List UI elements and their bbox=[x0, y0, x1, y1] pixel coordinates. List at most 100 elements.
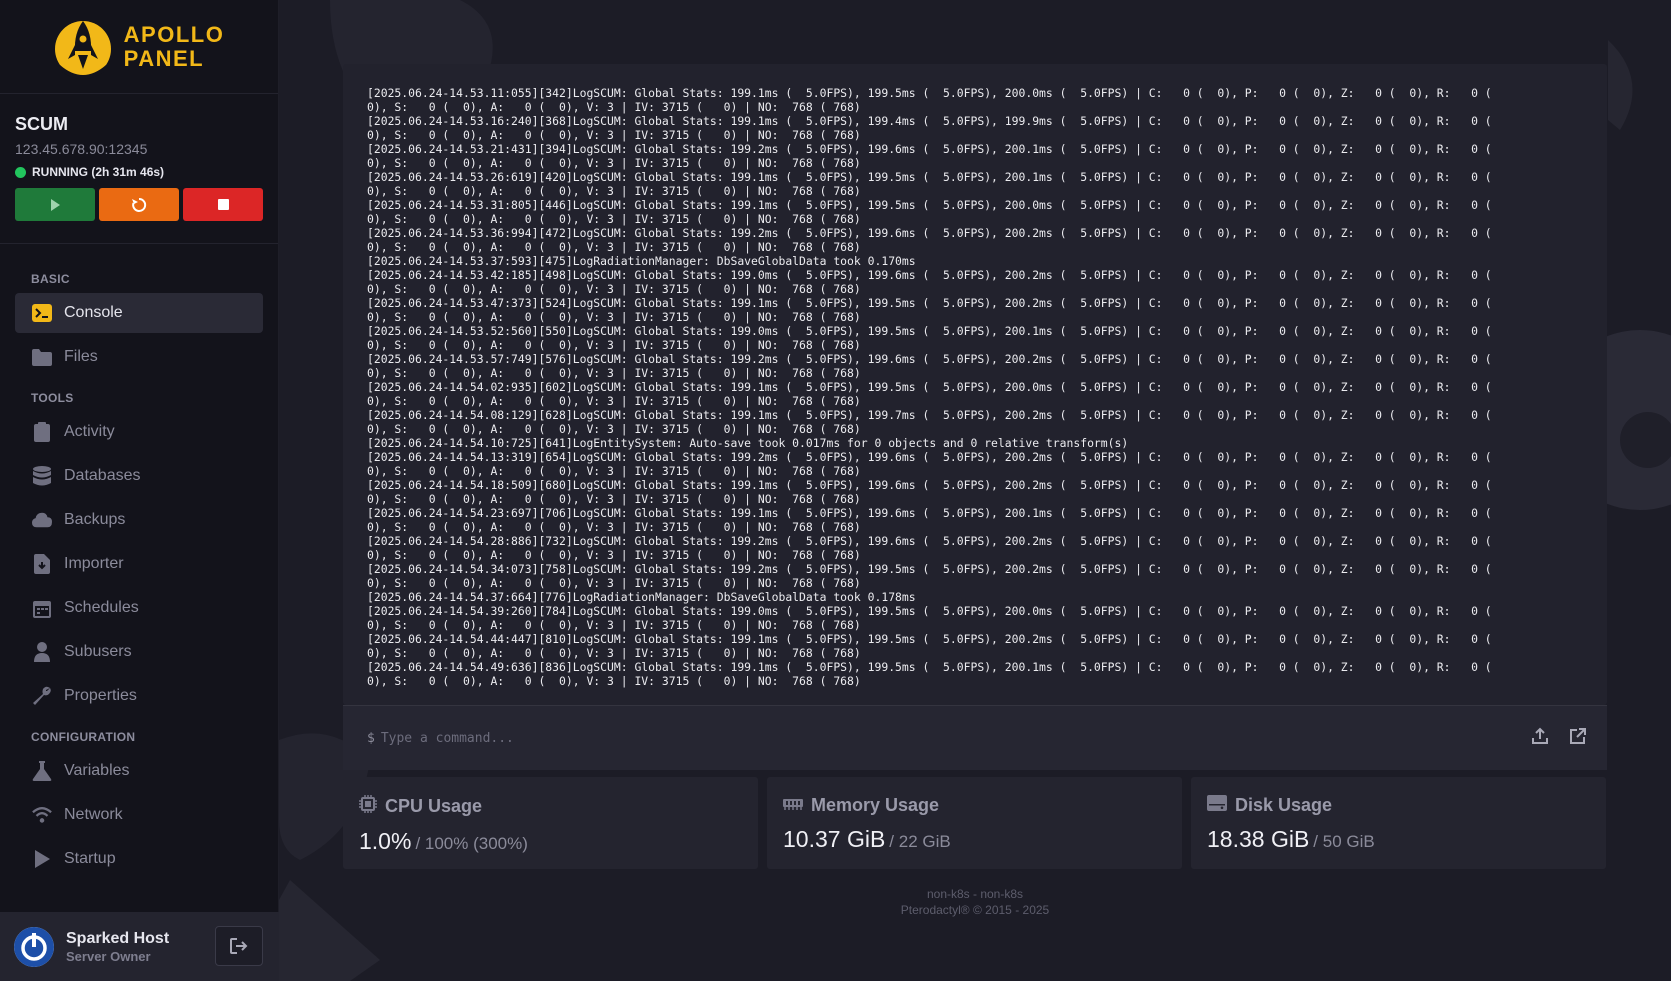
user-info: Sparked Host Server Owner bbox=[66, 930, 169, 964]
console-line: 0), S: 0 ( 0), A: 0 ( 0), V: 3 | IV: 371… bbox=[367, 618, 861, 632]
disk-usage-value-row: 18.38 GiB/ 50 GiB bbox=[1207, 826, 1590, 853]
restart-button[interactable] bbox=[99, 188, 179, 221]
console-line: [2025.06.24-14.53.31:805][446]LogSCUM: G… bbox=[367, 198, 1492, 212]
sidebar-item-files[interactable]: Files bbox=[15, 337, 263, 377]
console-line: 0), S: 0 ( 0), A: 0 ( 0), V: 3 | IV: 371… bbox=[367, 576, 861, 590]
user-role: Server Owner bbox=[66, 948, 151, 964]
upload-icon bbox=[1532, 727, 1548, 744]
console-line: 0), S: 0 ( 0), A: 0 ( 0), V: 3 | IV: 371… bbox=[367, 394, 861, 408]
sidebar-item-label: Variables bbox=[64, 762, 130, 779]
memory-usage-label: Memory Usage bbox=[811, 795, 940, 815]
sidebar-item-subusers[interactable]: Subusers bbox=[15, 632, 263, 672]
nav-section-tools: TOOLS bbox=[31, 391, 74, 405]
console-line: [2025.06.24-14.53.36:994][472]LogSCUM: G… bbox=[367, 226, 1492, 240]
logout-icon bbox=[230, 938, 248, 954]
sidebar-item-label: Subusers bbox=[64, 643, 132, 660]
database-icon bbox=[32, 466, 52, 486]
memory-usage-header: Memory Usage bbox=[783, 795, 1166, 816]
logout-button[interactable] bbox=[215, 926, 263, 966]
sidebar-item-network[interactable]: Network bbox=[15, 795, 263, 835]
user-bar: Sparked Host Server Owner bbox=[0, 912, 279, 981]
console-output[interactable]: [2025.06.24-14.53.11:055][342]LogSCUM: G… bbox=[343, 64, 1607, 705]
console-line: 0), S: 0 ( 0), A: 0 ( 0), V: 3 | IV: 371… bbox=[367, 338, 861, 352]
sidebar-item-label: Console bbox=[64, 304, 123, 321]
server-status: RUNNING (2h 31m 46s) bbox=[15, 165, 263, 179]
footer-copyright[interactable]: Pterodactyl® © 2015 - 2025 bbox=[343, 902, 1607, 918]
sidebar-item-backups[interactable]: Backups bbox=[15, 500, 263, 540]
stop-icon bbox=[217, 199, 229, 210]
disk-usage-label: Disk Usage bbox=[1235, 795, 1333, 815]
console-line: [2025.06.24-14.54.44:447][810]LogSCUM: G… bbox=[367, 632, 1492, 646]
server-address[interactable]: 123.45.678.90:12345 bbox=[15, 141, 263, 157]
rocket-logo-icon bbox=[54, 20, 111, 79]
sidebar-item-label: Importer bbox=[64, 555, 124, 572]
open-external-button[interactable] bbox=[1569, 727, 1587, 750]
sidebar-item-label: Properties bbox=[64, 687, 137, 704]
console-line: 0), S: 0 ( 0), A: 0 ( 0), V: 3 | IV: 371… bbox=[367, 310, 861, 324]
hdd-icon bbox=[1207, 795, 1227, 816]
sidebar-item-importer[interactable]: Importer bbox=[15, 544, 263, 584]
console-line: [2025.06.24-14.54.13:319][654]LogSCUM: G… bbox=[367, 450, 1492, 464]
file-import-icon bbox=[32, 554, 52, 574]
cpu-usage-header: CPU Usage bbox=[359, 795, 742, 818]
console-line: 0), S: 0 ( 0), A: 0 ( 0), V: 3 | IV: 371… bbox=[367, 492, 861, 506]
brand-logo[interactable]: APOLLO PANEL bbox=[0, 0, 278, 94]
console-line: 0), S: 0 ( 0), A: 0 ( 0), V: 3 | IV: 371… bbox=[367, 212, 861, 226]
console-line: 0), S: 0 ( 0), A: 0 ( 0), V: 3 | IV: 371… bbox=[367, 128, 861, 142]
cpu-usage-card: CPU Usage 1.0%/ 100% (300%) bbox=[343, 777, 758, 869]
console-line: [2025.06.24-14.53.16:240][368]LogSCUM: G… bbox=[367, 114, 1492, 128]
sidebar: APOLLO PANEL SCUM 123.45.678.90:12345 RU… bbox=[0, 0, 279, 981]
console-line: [2025.06.24-14.53.42:185][498]LogSCUM: G… bbox=[367, 268, 1492, 282]
sidebar-item-label: Startup bbox=[64, 850, 116, 867]
play-icon bbox=[51, 198, 60, 211]
console-line: [2025.06.24-14.53.37:593][475]LogRadiati… bbox=[367, 254, 916, 268]
brand-line-2: PANEL bbox=[123, 45, 205, 71]
console-line: 0), S: 0 ( 0), A: 0 ( 0), V: 3 | IV: 371… bbox=[367, 520, 861, 534]
console-line: [2025.06.24-14.54.28:886][732]LogSCUM: G… bbox=[367, 534, 1492, 548]
nav-section-basic: BASIC bbox=[31, 272, 70, 286]
sidebar-item-variables[interactable]: Variables bbox=[15, 751, 263, 791]
cpu-usage-limit: / 100% (300%) bbox=[415, 834, 528, 853]
disk-usage-limit: / 50 GiB bbox=[1313, 832, 1375, 851]
sidebar-item-label: Databases bbox=[64, 467, 141, 484]
command-input[interactable] bbox=[380, 730, 1481, 746]
console-line: 0), S: 0 ( 0), A: 0 ( 0), V: 3 | IV: 371… bbox=[367, 674, 861, 688]
sidebar-item-schedules[interactable]: Schedules bbox=[15, 588, 263, 628]
restart-icon bbox=[132, 197, 147, 212]
flask-icon bbox=[32, 761, 52, 781]
memory-usage-value-row: 10.37 GiB/ 22 GiB bbox=[783, 826, 1166, 853]
status-dot-icon bbox=[15, 166, 26, 178]
folder-icon bbox=[32, 347, 52, 367]
power-controls bbox=[15, 188, 263, 221]
sidebar-item-label: Activity bbox=[64, 423, 115, 440]
sidebar-item-label: Network bbox=[64, 806, 123, 823]
console-line: [2025.06.24-14.54.37:664][776]LogRadiati… bbox=[367, 590, 916, 604]
console-line: [2025.06.24-14.53.26:619][420]LogSCUM: G… bbox=[367, 170, 1492, 184]
user-name: Sparked Host bbox=[66, 929, 170, 947]
play-icon bbox=[32, 849, 52, 869]
console-line: [2025.06.24-14.54.18:509][680]LogSCUM: G… bbox=[367, 478, 1492, 492]
sidebar-item-activity[interactable]: Activity bbox=[15, 412, 263, 452]
command-bar: $ bbox=[343, 705, 1607, 770]
start-button[interactable] bbox=[15, 188, 95, 221]
sidebar-item-databases[interactable]: Databases bbox=[15, 456, 263, 496]
external-link-icon bbox=[1570, 728, 1586, 744]
console-line: [2025.06.24-14.53.21:431][394]LogSCUM: G… bbox=[367, 142, 1492, 156]
calendar-icon bbox=[32, 598, 52, 618]
stop-button[interactable] bbox=[183, 188, 263, 221]
upload-button[interactable] bbox=[1531, 727, 1549, 750]
chip-icon bbox=[359, 795, 377, 818]
console-line: 0), S: 0 ( 0), A: 0 ( 0), V: 3 | IV: 371… bbox=[367, 464, 861, 478]
sidebar-item-startup[interactable]: Startup bbox=[15, 839, 263, 879]
console-line: [2025.06.24-14.53.11:055][342]LogSCUM: G… bbox=[367, 86, 1492, 100]
console-line: 0), S: 0 ( 0), A: 0 ( 0), V: 3 | IV: 371… bbox=[367, 282, 861, 296]
console-line: [2025.06.24-14.54.34:073][758]LogSCUM: G… bbox=[367, 562, 1492, 576]
avatar[interactable] bbox=[14, 926, 54, 967]
console-line: [2025.06.24-14.54.39:260][784]LogSCUM: G… bbox=[367, 604, 1492, 618]
user-icon bbox=[32, 642, 52, 662]
sidebar-item-properties[interactable]: Properties bbox=[15, 676, 263, 716]
footer-environment: non-k8s - non-k8s bbox=[926, 887, 1024, 901]
sidebar-item-console[interactable]: Console bbox=[15, 293, 263, 333]
command-prompt: $ bbox=[367, 730, 375, 746]
memory-usage-card: Memory Usage 10.37 GiB/ 22 GiB bbox=[767, 777, 1182, 869]
